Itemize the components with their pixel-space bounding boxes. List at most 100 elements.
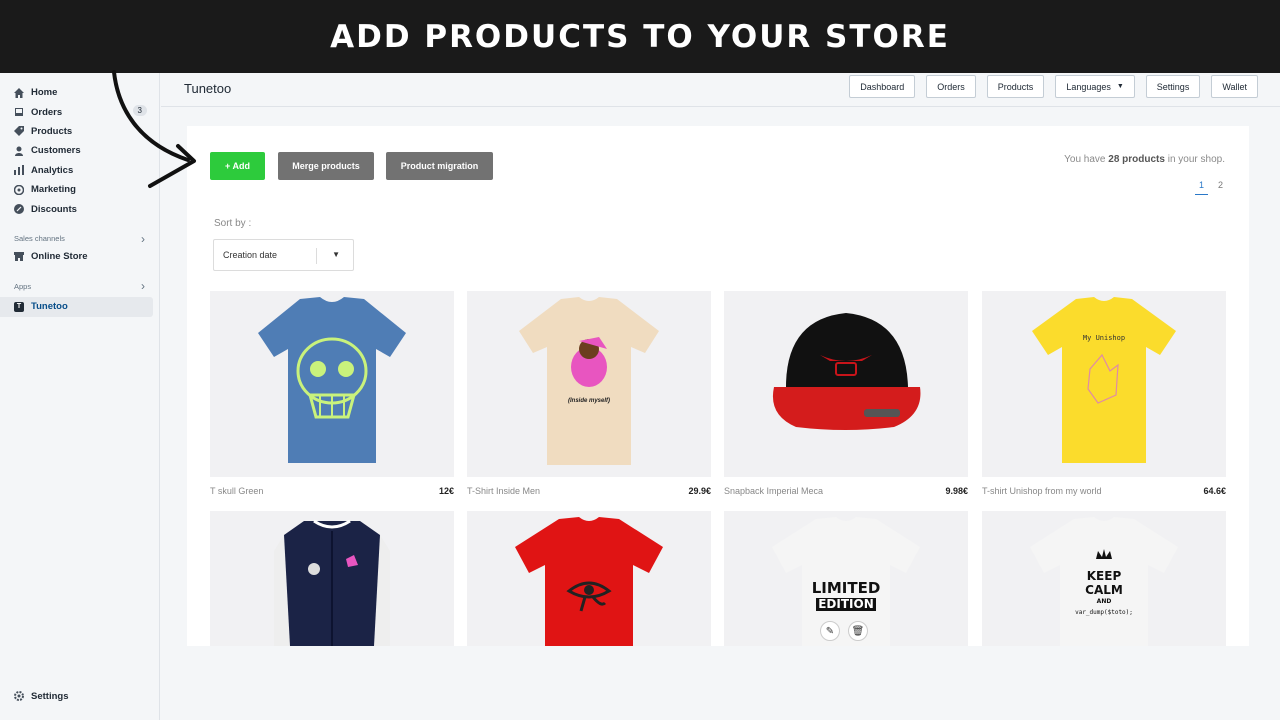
app-topbar: Tunetoo Dashboard Orders Products Langua…	[161, 73, 1280, 107]
caret-down-icon: ▼	[1116, 83, 1124, 90]
product-price: 9.98€	[945, 486, 968, 496]
product-image[interactable]: KEEP CALM AND var_dump($toto);	[982, 511, 1226, 646]
tab-orders[interactable]: Orders	[926, 75, 976, 98]
product-image[interactable]	[210, 291, 454, 477]
promo-banner: ADD PRODUCTS TO YOUR STORE	[0, 0, 1280, 73]
product-card[interactable]: LIMITED EDITION ✎ 🗑	[724, 511, 968, 646]
tag-icon	[14, 126, 24, 137]
chevron-right-icon[interactable]: ›	[141, 232, 145, 246]
home-icon	[14, 87, 24, 98]
tab-products[interactable]: Products	[986, 75, 1045, 98]
orders-icon	[14, 107, 24, 117]
product-image[interactable]	[467, 511, 711, 646]
tab-settings[interactable]: Settings	[1145, 75, 1201, 98]
product-image[interactable]	[210, 511, 454, 646]
sort-select-value: Creation date	[223, 250, 278, 260]
sidebar-item-label: Discounts	[31, 203, 77, 215]
sidebar-item-settings[interactable]: Settings	[0, 687, 68, 706]
target-icon	[14, 184, 24, 195]
count-suffix: in your shop.	[1167, 154, 1225, 165]
sidebar-item-label: Analytics	[31, 164, 74, 176]
product-name[interactable]: T-Shirt Inside Men	[467, 486, 540, 496]
product-card[interactable]: T skull Green 12€	[210, 291, 454, 496]
keep-calm-print: KEEP CALM AND var_dump($toto);	[982, 569, 1226, 619]
product-meta: T-shirt Unishop from my world 64.6€	[982, 486, 1226, 496]
page-link-1[interactable]: 1	[1194, 180, 1208, 195]
product-card[interactable]: My Unishop T-shirt Unishop from my world…	[982, 291, 1226, 496]
sidebar-item-label: Products	[31, 125, 73, 137]
chevron-right-icon[interactable]: ›	[141, 279, 145, 293]
product-actions: ✎ 🗑	[820, 621, 868, 641]
edit-product-button[interactable]: ✎	[820, 621, 840, 641]
sidebar-item-label: Settings	[31, 690, 69, 702]
product-card[interactable]	[210, 511, 454, 646]
sidebar-item-online-store[interactable]: Online Store	[0, 247, 159, 266]
red-eye-tshirt-image	[515, 517, 663, 646]
product-name[interactable]: Snapback Imperial Meca	[724, 486, 823, 496]
store-icon	[14, 251, 24, 262]
annotation-arrow	[112, 70, 196, 188]
sidebar-item-tunetoo[interactable]: T Tunetoo	[0, 297, 153, 317]
sidebar-item-label: Online Store	[31, 250, 88, 262]
product-image[interactable]: LIMITED EDITION ✎ 🗑	[724, 511, 968, 646]
product-name[interactable]: T-shirt Unishop from my world	[982, 486, 1102, 496]
gear-icon	[14, 691, 24, 702]
tab-languages[interactable]: Languages ▼	[1055, 75, 1135, 98]
sort-label: Sort by :	[214, 218, 252, 229]
product-image[interactable]: My Unishop	[982, 291, 1226, 477]
snapback-cap-image	[772, 313, 921, 430]
product-price: 12€	[438, 486, 454, 496]
blue-skull-tshirt-image	[258, 297, 406, 463]
product-price: 64.6€	[1203, 486, 1226, 496]
sort-select[interactable]: Creation date ▼	[213, 239, 354, 271]
keep-line-3: AND	[1096, 598, 1112, 605]
tab-dashboard[interactable]: Dashboard	[849, 75, 916, 98]
delete-product-button[interactable]: 🗑	[848, 621, 868, 641]
product-meta: T skull Green 12€	[210, 486, 454, 496]
bar-chart-icon	[14, 165, 24, 176]
product-card[interactable]: Snapback Imperial Meca 9.98€	[724, 291, 968, 496]
pagination: 1 2	[1194, 180, 1223, 195]
product-card[interactable]	[467, 511, 711, 646]
product-card[interactable]: KEEP CALM AND var_dump($toto);	[982, 511, 1226, 646]
product-meta: T-Shirt Inside Men 29.9€	[467, 486, 711, 496]
limited-line-1: LIMITED	[811, 579, 881, 597]
tab-wallet[interactable]: Wallet	[1211, 75, 1258, 98]
tab-languages-label: Languages	[1066, 81, 1111, 92]
count-prefix: You have	[1064, 154, 1106, 165]
product-meta: Snapback Imperial Meca 9.98€	[724, 486, 968, 496]
products-panel: + Add Merge products Product migration Y…	[187, 126, 1249, 646]
add-product-button[interactable]: + Add	[210, 152, 265, 180]
inside-myself-print: (Inside myself)	[567, 398, 610, 404]
product-image[interactable]: (Inside myself)	[467, 291, 711, 477]
inside-tshirt-image	[519, 297, 659, 465]
yellow-unicorn-tshirt-image	[1032, 297, 1176, 463]
unishop-print: My Unishop	[1082, 334, 1126, 342]
banner-title: ADD PRODUCTS TO YOUR STORE	[330, 18, 950, 55]
sales-channels-section[interactable]: Sales channels ›	[0, 231, 159, 247]
product-name[interactable]: T skull Green	[210, 486, 263, 496]
varsity-jacket-image	[274, 519, 390, 646]
discount-icon	[14, 204, 24, 215]
sidebar-item-label: Orders	[31, 106, 63, 118]
product-image[interactable]	[724, 291, 968, 477]
person-icon	[14, 146, 24, 156]
product-count-text: You have 28 products in your shop.	[1064, 154, 1225, 165]
page-link-2[interactable]: 2	[1218, 180, 1223, 195]
keep-line-1: KEEP	[1086, 569, 1122, 583]
caret-down-icon: ▼	[332, 250, 340, 259]
app-tabs: Dashboard Orders Products Languages ▼ Se…	[849, 75, 1258, 98]
limited-print: LIMITED EDITION	[724, 581, 968, 611]
pencil-icon: ✎	[825, 625, 835, 637]
product-migration-button[interactable]: Product migration	[386, 152, 493, 180]
keep-line-2: CALM	[1085, 583, 1123, 597]
product-card[interactable]: (Inside myself) T-Shirt Inside Men 29.9€	[467, 291, 711, 496]
product-price: 29.9€	[688, 486, 711, 496]
sidebar-item-label: Home	[31, 87, 58, 99]
apps-section[interactable]: Apps ›	[0, 278, 159, 294]
sidebar-item-label: Customers	[31, 145, 81, 157]
product-count: 28 products	[1108, 154, 1165, 165]
sidebar-item-discounts[interactable]: Discounts	[0, 199, 159, 218]
select-divider	[316, 248, 317, 264]
merge-products-button[interactable]: Merge products	[278, 152, 374, 180]
